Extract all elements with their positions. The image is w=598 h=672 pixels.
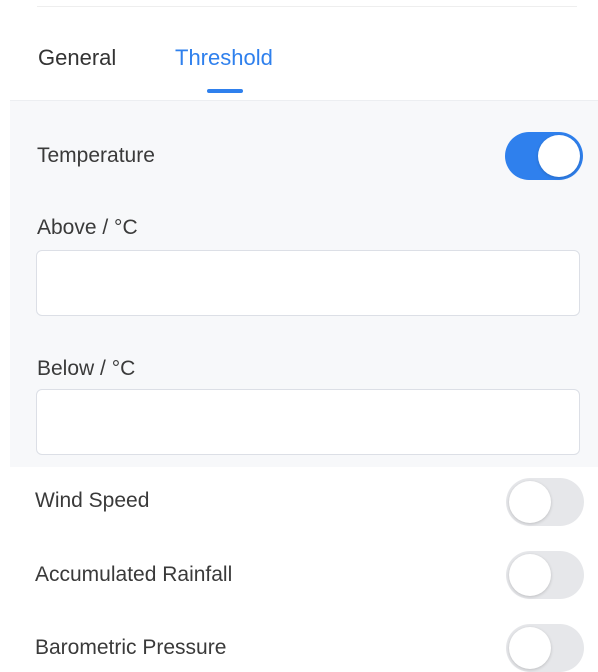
above-temperature-input[interactable] <box>36 250 580 316</box>
above-label: Above / °C <box>37 216 138 239</box>
below-label: Below / °C <box>37 357 136 380</box>
tab-threshold[interactable]: Threshold <box>175 44 273 72</box>
temperature-threshold-panel: Temperature Above / °C Below / °C <box>10 100 598 467</box>
accumulated-rainfall-toggle[interactable] <box>506 551 584 599</box>
temperature-label: Temperature <box>37 144 155 167</box>
wind-speed-toggle[interactable] <box>506 478 584 526</box>
toggle-knob <box>509 554 551 596</box>
tab-general[interactable]: General <box>38 44 116 72</box>
temperature-toggle[interactable] <box>505 132 583 180</box>
tab-bar: General Threshold <box>0 40 598 100</box>
top-divider <box>37 6 577 7</box>
barometric-pressure-label: Barometric Pressure <box>35 636 227 659</box>
active-tab-indicator <box>207 89 243 93</box>
barometric-pressure-toggle[interactable] <box>506 624 584 672</box>
toggle-knob <box>538 135 580 177</box>
below-temperature-input[interactable] <box>36 389 580 455</box>
wind-speed-label: Wind Speed <box>35 489 150 512</box>
accumulated-rainfall-label: Accumulated Rainfall <box>35 563 233 586</box>
toggle-knob <box>509 481 551 523</box>
toggle-knob <box>509 627 551 669</box>
